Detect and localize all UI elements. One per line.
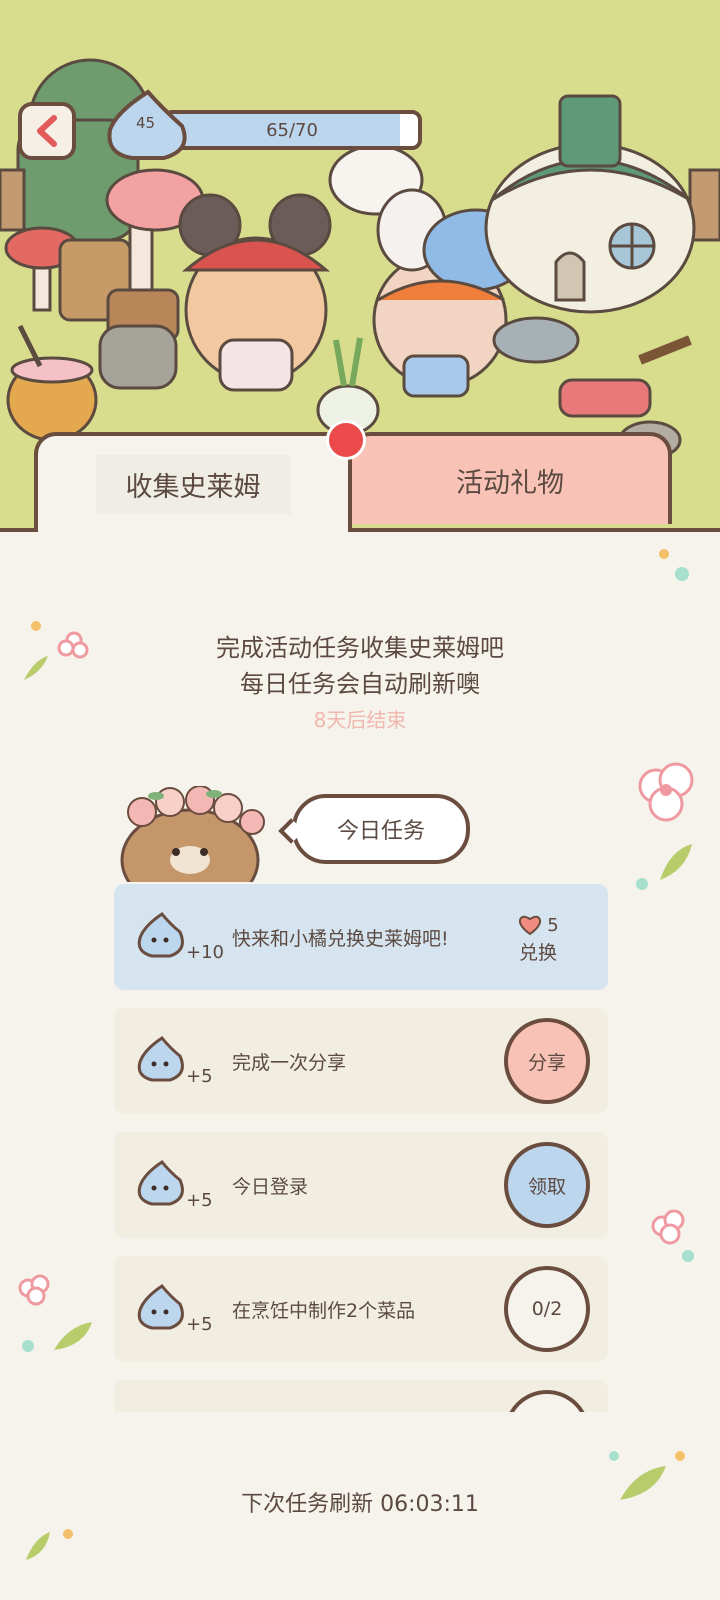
slime-icon xyxy=(134,1282,188,1332)
task-reward: +5 xyxy=(186,1190,213,1211)
task-list[interactable]: +10 快来和小橘兑换史莱姆吧! 5 兑换 +5 完成一次分享 分享 +5 今日… xyxy=(114,878,608,1412)
slime-icon xyxy=(134,1158,188,1208)
share-button[interactable]: 分享 xyxy=(504,1018,590,1104)
task-row: +5 完成一次分享 分享 xyxy=(114,1008,608,1114)
flower-decoration xyxy=(651,1209,694,1262)
task-refresh-timer: 下次任务刷新 06:03:11 xyxy=(241,1492,479,1517)
progress-text: 65/70 xyxy=(266,119,318,141)
task-row xyxy=(114,1380,608,1412)
task-reward: +10 xyxy=(186,942,224,963)
slime-count-badge: 45 xyxy=(102,86,194,166)
task-description: 今日登录 xyxy=(232,1175,309,1198)
task-description: 完成一次分享 xyxy=(232,1051,347,1074)
event-countdown: 8天后结束 xyxy=(313,708,407,732)
tab-event-gifts[interactable]: 活动礼物 xyxy=(348,432,672,524)
exchange-button[interactable]: 5 兑换 xyxy=(508,914,568,965)
bear-icon xyxy=(120,785,265,912)
slime-icon xyxy=(134,1034,188,1084)
task-description: 快来和小橘兑换史莱姆吧! xyxy=(232,927,449,950)
task-description: 在烹饪中制作2个菜品 xyxy=(232,1299,416,1322)
slime-icon xyxy=(134,910,188,960)
speech-bubble-tail xyxy=(278,818,304,844)
task-row: +10 快来和小橘兑换史莱姆吧! 5 兑换 xyxy=(114,884,608,990)
task-progress-indicator: 0/2 xyxy=(504,1266,590,1352)
heart-icon xyxy=(519,915,542,936)
info-subtitle: 每日任务会自动刷新噢 xyxy=(240,670,480,698)
slime-collection-progress: 65/70 45 xyxy=(102,86,422,166)
task-action-button[interactable] xyxy=(504,1390,590,1412)
exchange-cost-value: 5 xyxy=(547,914,559,936)
task-row: +5 今日登录 领取 xyxy=(114,1132,608,1238)
claim-button[interactable]: 领取 xyxy=(504,1142,590,1228)
chevron-left-icon xyxy=(37,115,57,147)
tab-event-gifts-label: 活动礼物 xyxy=(456,467,564,499)
tab-collect-slime-label: 收集史莱姆 xyxy=(95,454,291,514)
leaf-decoration xyxy=(26,1529,73,1560)
task-reward: +5 xyxy=(186,1314,213,1335)
daily-tasks-title: 今日任务 xyxy=(336,819,425,844)
info-title: 完成活动任务收集史莱姆吧 xyxy=(216,634,504,662)
notification-dot xyxy=(326,420,366,460)
progress-bar: 65/70 xyxy=(162,110,422,150)
exchange-cost: 5 xyxy=(508,914,568,936)
flower-leaf-decoration xyxy=(636,762,694,890)
tab-collect-slime[interactable]: 收集史莱姆 xyxy=(34,432,352,532)
dot-decoration xyxy=(659,549,689,581)
bear-mascot xyxy=(112,785,282,912)
daily-tasks-label: 今日任务 xyxy=(278,794,470,864)
flower-leaf-decoration xyxy=(18,1274,92,1352)
task-row: +5 在烹饪中制作2个菜品 0/2 xyxy=(114,1256,608,1362)
back-button[interactable] xyxy=(18,102,76,160)
exchange-label: 兑换 xyxy=(518,942,557,964)
slime-count: 45 xyxy=(136,114,156,132)
task-reward: +5 xyxy=(186,1066,213,1087)
